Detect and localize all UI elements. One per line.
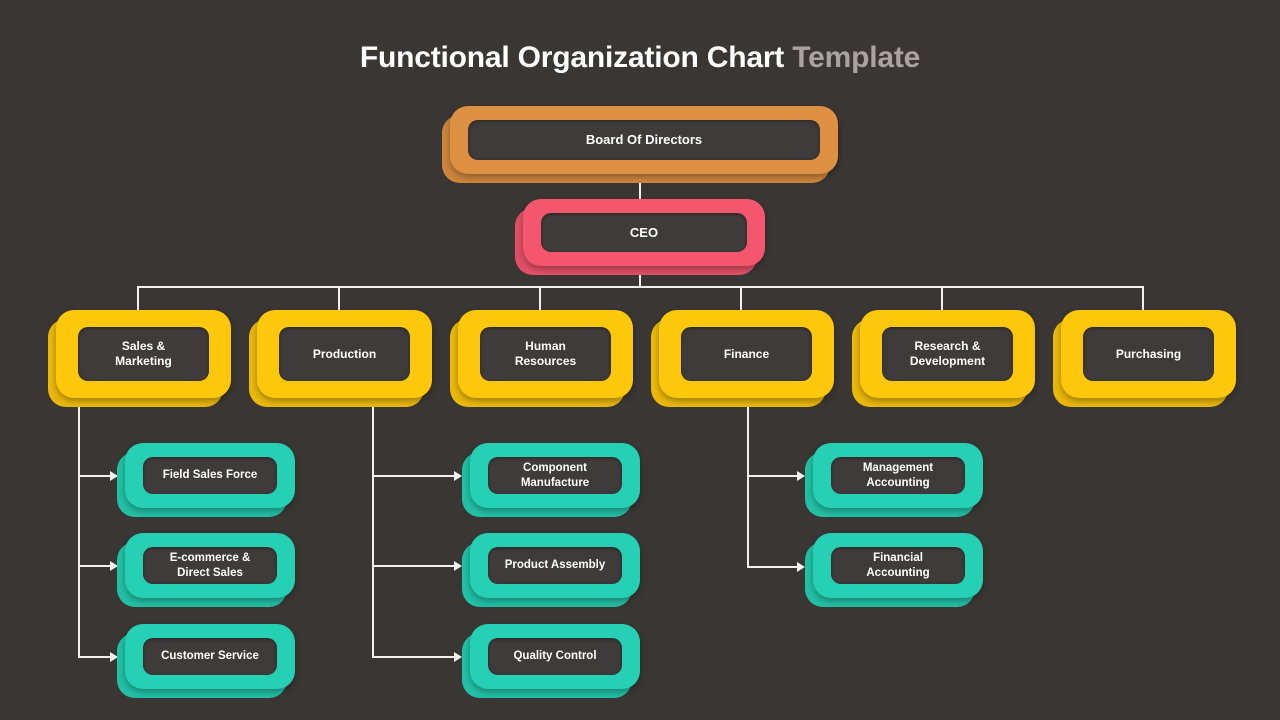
connector-trunk-sales — [78, 398, 80, 658]
node-sub-field-sales-force[interactable]: Field Sales Force — [117, 443, 295, 517]
node-label: Human Resources — [480, 327, 611, 381]
node-label: Board Of Directors — [468, 120, 820, 160]
connector-drop-dept-2 — [338, 286, 340, 310]
node-sub-product-assembly[interactable]: Product Assembly — [462, 533, 640, 607]
connector-drop-dept-5 — [941, 286, 943, 310]
arrowhead-finance-1 — [797, 471, 805, 481]
arrowhead-finance-2 — [797, 562, 805, 572]
connector-branch-finance-2 — [747, 566, 800, 568]
node-label: E-commerce & Direct Sales — [143, 547, 277, 584]
node-sub-quality-control[interactable]: Quality Control — [462, 624, 640, 698]
node-department-purchasing[interactable]: Purchasing — [1053, 310, 1236, 407]
node-sub-component-manufacture[interactable]: Component Manufacture — [462, 443, 640, 517]
page-title-main: Functional Organization Chart — [359, 41, 793, 74]
page-title-accent: Template — [792, 41, 921, 74]
connector-trunk-production — [372, 398, 374, 658]
node-label: Financial Accounting — [831, 547, 965, 584]
node-sub-management-accounting[interactable]: Management Accounting — [805, 443, 983, 517]
arrowhead-production-2 — [454, 561, 462, 571]
arrowhead-production-3 — [454, 652, 462, 662]
node-department-production[interactable]: Production — [249, 310, 432, 407]
node-department-research-development[interactable]: Research & Development — [852, 310, 1035, 407]
node-label: Finance — [681, 327, 812, 381]
node-label: CEO — [541, 213, 747, 252]
node-board-of-directors[interactable]: Board Of Directors — [442, 106, 838, 183]
connector-drop-dept-4 — [740, 286, 742, 310]
connector-trunk-finance — [747, 398, 749, 568]
node-label: Field Sales Force — [143, 457, 277, 494]
org-chart-slide: Functional Organization Chart Template B… — [0, 0, 1280, 720]
node-label: Purchasing — [1083, 327, 1214, 381]
node-label: Research & Development — [882, 327, 1013, 381]
node-department-finance[interactable]: Finance — [651, 310, 834, 407]
node-label: Quality Control — [488, 638, 622, 675]
connector-branch-production-2 — [372, 565, 457, 567]
connector-drop-dept-1 — [137, 286, 139, 310]
node-label: Management Accounting — [831, 457, 965, 494]
node-sub-customer-service[interactable]: Customer Service — [117, 624, 295, 698]
connector-drop-dept-6 — [1142, 286, 1144, 310]
connector-department-bus — [138, 286, 1143, 288]
page-title: Functional Organization Chart Template — [0, 41, 1280, 75]
connector-drop-dept-3 — [539, 286, 541, 310]
connector-branch-production-1 — [372, 475, 457, 477]
arrowhead-production-1 — [454, 471, 462, 481]
node-label: Component Manufacture — [488, 457, 622, 494]
node-ceo[interactable]: CEO — [515, 199, 765, 275]
node-sub-financial-accounting[interactable]: Financial Accounting — [805, 533, 983, 607]
connector-branch-finance-1 — [747, 475, 800, 477]
node-label: Product Assembly — [488, 547, 622, 584]
node-label: Sales & Marketing — [78, 327, 209, 381]
node-department-human-resources[interactable]: Human Resources — [450, 310, 633, 407]
node-sub-ecommerce-direct-sales[interactable]: E-commerce & Direct Sales — [117, 533, 295, 607]
node-label: Production — [279, 327, 410, 381]
node-label: Customer Service — [143, 638, 277, 675]
node-department-sales-marketing[interactable]: Sales & Marketing — [48, 310, 231, 407]
connector-branch-production-3 — [372, 656, 457, 658]
